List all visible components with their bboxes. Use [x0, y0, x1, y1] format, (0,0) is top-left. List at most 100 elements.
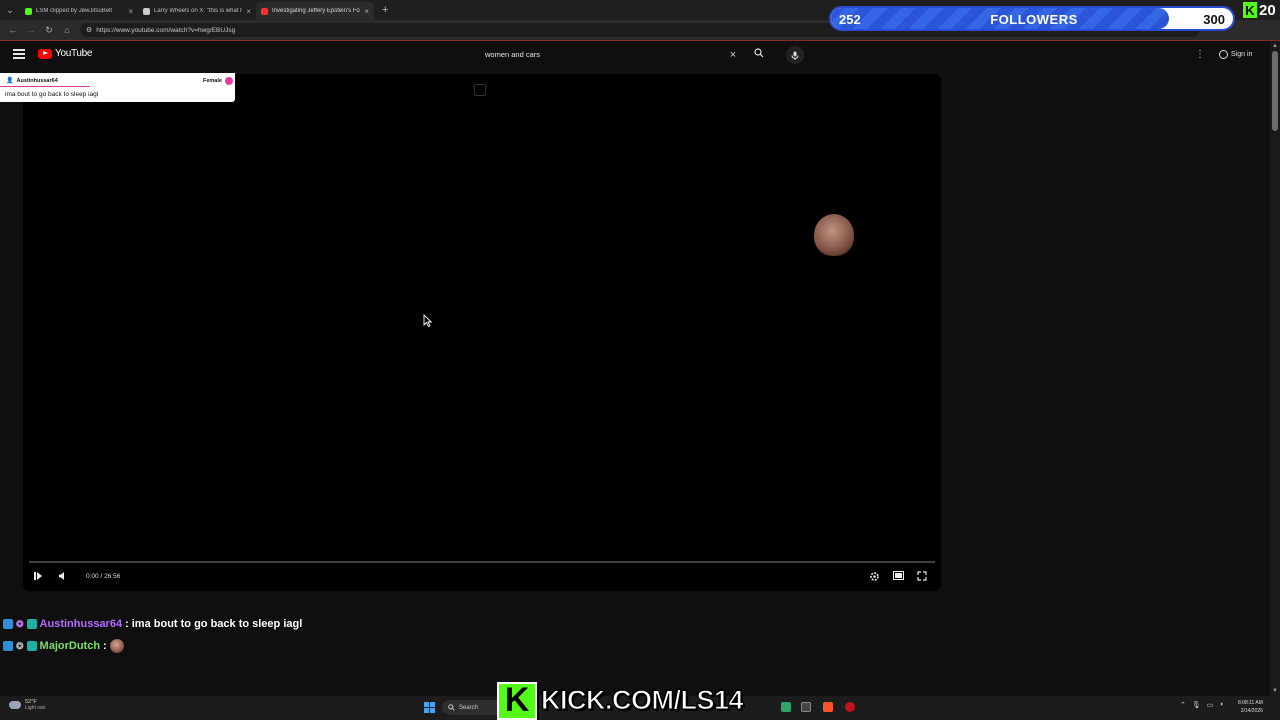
- scroll-up-icon[interactable]: ▲: [1272, 43, 1278, 49]
- chat-message: ❂ MajorDutch :: [3, 639, 124, 653]
- brave-browser-icon[interactable]: [823, 702, 833, 712]
- video-progress-bar[interactable]: [29, 561, 935, 563]
- site-info-icon[interactable]: ⚙: [86, 26, 92, 34]
- player-overlay-icon: [474, 84, 486, 96]
- youtube-logo-text: YouTube: [55, 48, 93, 59]
- chat-message: ❂ Austinhussar64 : ima bout to go back t…: [3, 618, 302, 630]
- record-app-icon[interactable]: [845, 702, 855, 712]
- kick-url-text: KICK.COM/LS14: [540, 685, 744, 716]
- sign-in-button[interactable]: Sign in: [1214, 46, 1257, 63]
- taskbar-search[interactable]: Search: [442, 700, 504, 715]
- page-scrollbar[interactable]: ▲ ▼: [1270, 41, 1280, 696]
- windows-start-icon[interactable]: [424, 702, 435, 713]
- close-icon[interactable]: ×: [246, 7, 251, 16]
- chat-username: MajorDutch: [39, 640, 101, 652]
- alert-gender-row: Female: [203, 77, 233, 85]
- app-icon[interactable]: [781, 702, 791, 712]
- mouse-cursor-icon: [423, 314, 432, 327]
- tab-title: Larry Wheels on X: "this is what h...: [154, 8, 243, 14]
- account-icon: [1219, 50, 1228, 59]
- browser-tab-3[interactable]: Investigating Jeffery Epstein's Fo... ×: [256, 2, 374, 20]
- scroll-down-icon[interactable]: ▼: [1272, 688, 1278, 694]
- alert-username: Austinhussar64: [16, 77, 58, 84]
- forward-arrow-icon[interactable]: →: [22, 21, 40, 39]
- voice-search-button[interactable]: [786, 46, 804, 64]
- url-text: https://www.youtube.com/watch?v=hwg/EBUJ…: [96, 26, 236, 34]
- search-icon: [448, 704, 455, 711]
- clock-date: 2/14/2026: [1240, 708, 1263, 714]
- kick-viewer-count: K 20: [1243, 1, 1276, 19]
- close-icon[interactable]: ×: [364, 7, 369, 16]
- browser-tab-1[interactable]: LSM clipped by JewJitsuBelt ×: [20, 2, 138, 20]
- settings-button[interactable]: [869, 571, 880, 585]
- alert-message: ima bout to go back to sleep iagl: [5, 91, 99, 98]
- kick-logo: K: [497, 681, 537, 720]
- alert-message-box: 👤 Austinhussar64 Female ima bout to go b…: [0, 73, 235, 102]
- search-bar: women and cars ×: [476, 46, 776, 63]
- video-player[interactable]: 0:00 / 26:56: [23, 74, 941, 591]
- gear-icon: [870, 572, 879, 581]
- tab-title: Investigating Jeffery Epstein's Fo...: [272, 8, 361, 14]
- youtube-favicon-icon: [261, 7, 268, 15]
- shield-badge-icon: ❂: [16, 640, 24, 651]
- system-tray: ⌃ 🎙 ▭ ◖: [1180, 701, 1224, 709]
- weather-widget[interactable]: 52°F Light rain: [9, 699, 46, 711]
- menu-icon[interactable]: [13, 49, 25, 59]
- shield-badge-icon: ❂: [16, 618, 24, 629]
- sub-badge-icon: [26, 619, 37, 629]
- new-tab-icon[interactable]: +: [374, 4, 396, 16]
- play-button[interactable]: [33, 571, 43, 584]
- back-arrow-icon[interactable]: ←: [4, 21, 22, 39]
- kick-favicon-icon: [25, 7, 32, 15]
- face-emote-image: [814, 214, 854, 256]
- kick-url-banner: K KICK.COM/LS14: [497, 681, 781, 720]
- viewer-count: 20: [1259, 1, 1276, 19]
- sub-badge-icon: [26, 641, 37, 651]
- youtube-logo[interactable]: YouTube: [38, 48, 93, 59]
- followers-goal: 300: [1203, 12, 1225, 27]
- face-emote-icon: [109, 639, 124, 653]
- clear-search-icon[interactable]: ×: [724, 49, 742, 61]
- verified-badge-icon: [3, 619, 13, 629]
- volume-icon: [59, 572, 64, 580]
- video-time: 0:00 / 26:56: [86, 573, 121, 580]
- followers-goal-bar: 252 FOLLOWERS 300: [829, 6, 1235, 31]
- taskbar-clock[interactable]: 8:08:11 AM 2/14/2026: [1238, 699, 1263, 715]
- sign-in-label: Sign in: [1231, 51, 1253, 58]
- tab-search-icon[interactable]: ⌄: [0, 0, 20, 20]
- followers-label: FOLLOWERS: [990, 12, 1078, 27]
- chat-text: ima bout to go back to sleep iagl: [131, 618, 303, 630]
- alert-username-row: 👤 Austinhussar64: [6, 77, 58, 85]
- home-icon[interactable]: ⌂: [58, 21, 76, 39]
- close-icon[interactable]: ×: [128, 7, 133, 16]
- kick-logo-icon: K: [1243, 2, 1257, 18]
- youtube-header: YouTube women and cars × ⋮ Sign in: [0, 41, 1270, 68]
- theater-icon: [893, 571, 904, 580]
- scrollbar-thumb[interactable]: [1272, 51, 1278, 131]
- user-icon: 👤: [6, 78, 14, 84]
- fullscreen-button[interactable]: [917, 571, 927, 584]
- youtube-play-icon: [38, 48, 52, 59]
- taskbar-search-label: Search: [459, 704, 479, 711]
- theater-mode-button[interactable]: [893, 571, 904, 583]
- tab-title: LSM clipped by JewJitsuBelt: [36, 8, 113, 14]
- microphone-icon[interactable]: 🎙: [1192, 701, 1201, 709]
- browser-tab-2[interactable]: Larry Wheels on X: "this is what h... ×: [138, 2, 256, 20]
- network-icon[interactable]: ▭: [1207, 701, 1214, 709]
- terminal-icon[interactable]: [801, 702, 811, 712]
- play-pause-icon: [34, 572, 42, 580]
- chevron-up-icon[interactable]: ⌃: [1180, 701, 1186, 709]
- search-icon: [754, 48, 764, 58]
- x-favicon-icon: [143, 7, 150, 15]
- speaker-icon[interactable]: ◖: [1219, 701, 1223, 709]
- chat-separator: :: [125, 618, 129, 630]
- more-options-icon[interactable]: ⋮: [1195, 49, 1205, 60]
- reload-icon[interactable]: ↻: [40, 21, 58, 39]
- verified-badge-icon: [3, 641, 13, 651]
- search-input[interactable]: women and cars: [476, 50, 724, 59]
- alert-gender-label: Female: [203, 78, 222, 84]
- rain-cloud-icon: [9, 701, 21, 709]
- search-button[interactable]: [742, 48, 776, 61]
- volume-button[interactable]: [58, 571, 68, 584]
- alert-divider: [0, 86, 90, 87]
